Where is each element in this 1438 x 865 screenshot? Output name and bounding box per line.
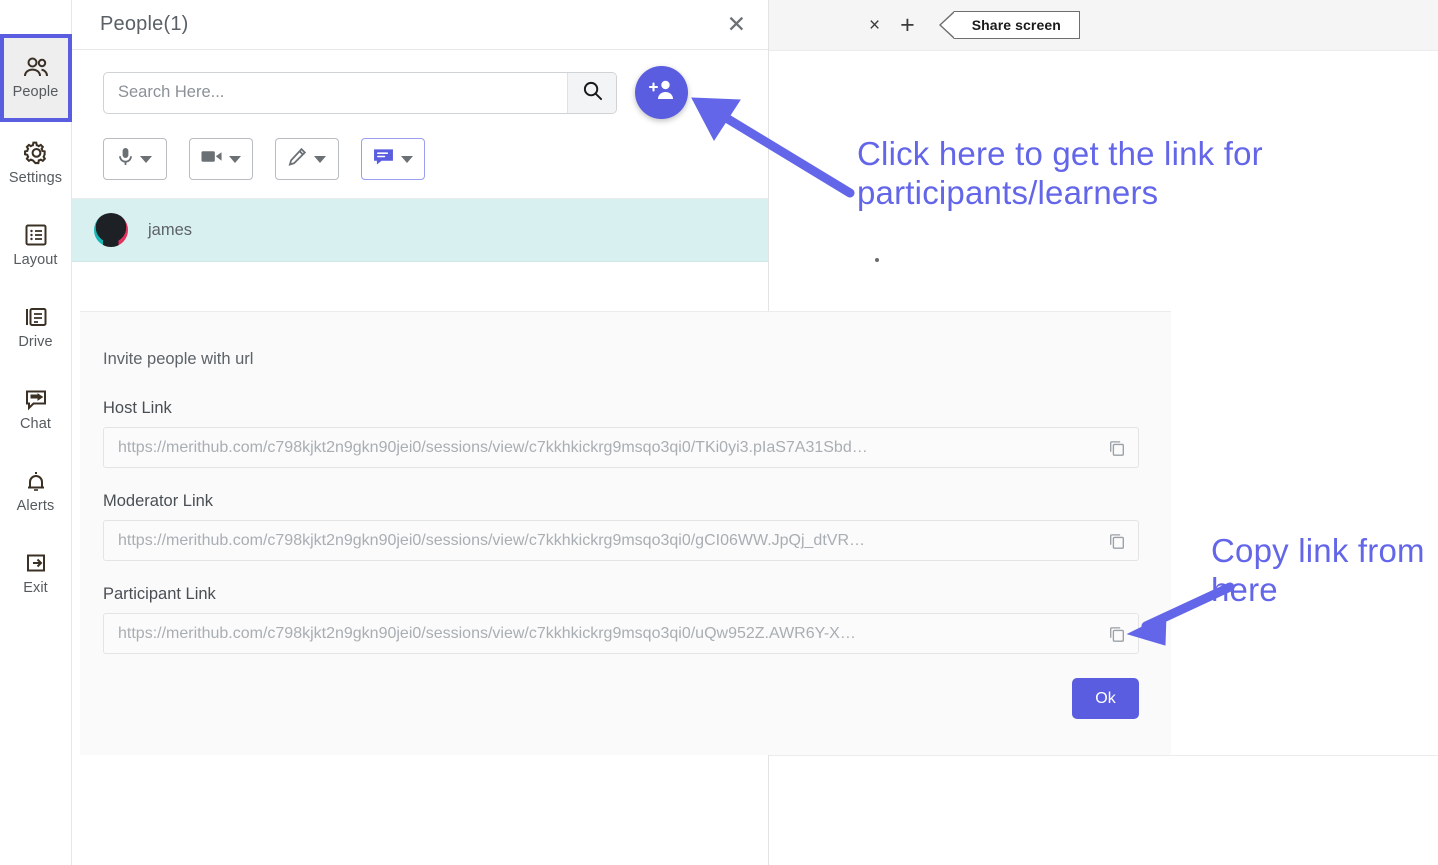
search-box[interactable] — [103, 71, 617, 114]
invite-modal: Invite people with url Host Link https:/… — [80, 311, 1171, 755]
add-people-button[interactable] — [635, 66, 688, 119]
chat-button[interactable] — [361, 138, 425, 180]
avatar — [94, 213, 128, 247]
sidebar-item-label: Alerts — [16, 497, 55, 514]
moderator-link-label: Moderator Link — [103, 492, 214, 510]
chat-icon — [24, 387, 48, 411]
search-row — [72, 50, 768, 119]
people-panel-header: People(1) ✕ — [72, 0, 768, 50]
sidebar-item-label: Exit — [23, 579, 48, 596]
ok-button[interactable]: Ok — [1072, 678, 1139, 719]
copy-icon[interactable] — [1106, 530, 1128, 552]
participant-link-label: Participant Link — [103, 585, 216, 603]
share-screen-button[interactable]: Share screen — [938, 11, 1080, 39]
modal-actions: Ok — [103, 678, 1139, 719]
media-toolbar — [72, 119, 768, 180]
drive-icon — [24, 305, 48, 329]
sidebar-item-label: Drive — [18, 333, 53, 350]
microphone-button[interactable] — [103, 138, 167, 180]
arrow-left-icon — [938, 11, 954, 39]
video-camera-icon — [201, 149, 222, 169]
host-link-value: https://merithub.com/c798kjkt2n9gkn90jei… — [118, 438, 868, 456]
annotation-bottom: Copy link from here — [1211, 532, 1425, 608]
copy-icon[interactable] — [1106, 437, 1128, 459]
tab-close-icon[interactable]: × — [869, 16, 880, 35]
copy-icon[interactable] — [1106, 623, 1128, 645]
sidebar-item-label: Layout — [13, 251, 58, 268]
people-icon — [23, 57, 49, 79]
whiteboard-button[interactable] — [275, 138, 339, 180]
search-button[interactable] — [567, 72, 616, 113]
sidebar-item-drive[interactable]: Drive — [0, 286, 72, 368]
share-screen-label: Share screen — [953, 11, 1080, 39]
microphone-icon — [118, 147, 133, 171]
sidebar-item-label: People — [12, 83, 59, 100]
annotation-top: Click here to get the link for participa… — [857, 135, 1263, 211]
page-title: People(1) — [100, 13, 189, 35]
app-root: People Settings Layout Drive Chat Alerts… — [0, 0, 1438, 865]
participant-link-field[interactable]: https://merithub.com/c798kjkt2n9gkn90jei… — [103, 613, 1139, 654]
add-tab-icon[interactable]: + — [900, 12, 915, 38]
sidebar-item-label: Settings — [8, 170, 63, 186]
chevron-down-icon — [229, 155, 241, 163]
search-input[interactable] — [104, 83, 567, 102]
participant-name: james — [148, 220, 193, 239]
moderator-link-field[interactable]: https://merithub.com/c798kjkt2n9gkn90jei… — [103, 520, 1139, 561]
chat-bubble-icon — [373, 148, 394, 170]
camera-button[interactable] — [189, 138, 253, 180]
chevron-down-icon — [140, 155, 152, 163]
participant-link-value: https://merithub.com/c798kjkt2n9gkn90jei… — [118, 624, 856, 642]
bell-icon — [24, 469, 48, 493]
chevron-down-icon — [401, 155, 413, 163]
host-link-field[interactable]: https://merithub.com/c798kjkt2n9gkn90jei… — [103, 427, 1139, 468]
stage-bottom-divider — [769, 755, 1438, 756]
host-link-label: Host Link — [103, 399, 172, 417]
participants-list: james — [72, 198, 768, 262]
gear-icon — [23, 140, 48, 165]
search-icon — [582, 80, 603, 106]
sidebar-item-chat[interactable]: Chat — [0, 368, 72, 450]
modal-heading: Invite people with url — [103, 350, 254, 368]
moderator-link-value: https://merithub.com/c798kjkt2n9gkn90jei… — [118, 531, 865, 549]
sidebar-item-exit[interactable]: Exit — [0, 532, 72, 614]
sidebar-item-people[interactable]: People — [0, 34, 72, 122]
list-item[interactable]: james — [72, 199, 768, 262]
add-person-icon — [648, 79, 675, 106]
sidebar-item-label: Chat — [19, 415, 52, 432]
pencil-icon — [288, 147, 307, 171]
exit-icon — [24, 551, 48, 575]
chevron-down-icon — [314, 155, 326, 163]
annotation-dot — [875, 258, 879, 262]
sidebar-item-alerts[interactable]: Alerts — [0, 450, 72, 532]
sidebar-item-layout[interactable]: Layout — [0, 204, 72, 286]
left-sidebar: People Settings Layout Drive Chat Alerts… — [0, 0, 72, 865]
sidebar-item-settings[interactable]: Settings — [0, 122, 72, 204]
tab-strip: × + Share screen — [869, 0, 1080, 50]
close-icon[interactable]: ✕ — [727, 13, 746, 36]
layout-icon — [24, 223, 48, 247]
